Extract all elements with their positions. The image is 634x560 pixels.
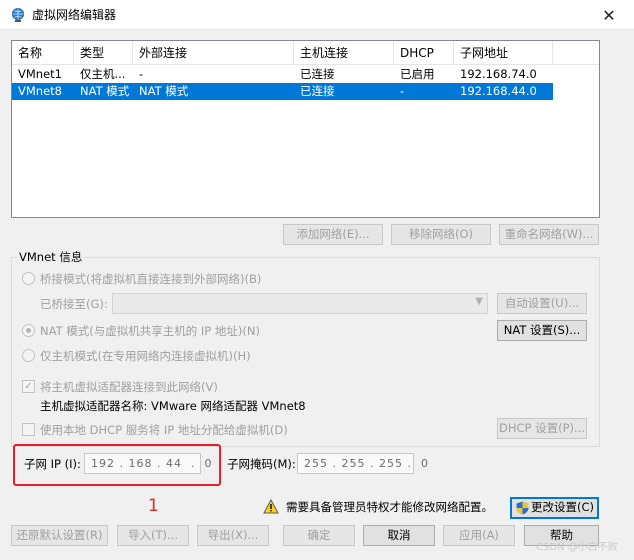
dhcp-label: 使用本地 DHCP 服务将 IP 地址分配给虚拟机(D) — [40, 423, 288, 437]
table-row-selected[interactable]: VMnet8 NAT 模式 NAT 模式 已连接 - 192.168.44.0 — [12, 83, 553, 100]
subnet-mask-field[interactable]: 255 . 255 . 255 . 0 — [297, 453, 428, 474]
column-header-subnet[interactable]: 子网地址 — [454, 41, 553, 65]
cell-name: VMnet8 — [18, 84, 62, 98]
subnet-mask-label: 子网掩码(M): — [227, 457, 296, 471]
rename-network-button[interactable]: 重命名网络(W)... — [499, 224, 599, 245]
cell-dhcp: - — [400, 84, 405, 98]
nat-settings-button[interactable]: NAT 设置(S)... — [497, 320, 587, 341]
dhcp-checkbox[interactable] — [22, 423, 35, 436]
connect-adapter-label: 将主机虚拟适配器连接到此网络(V) — [40, 380, 218, 394]
cell-dhcp: 已启用 — [400, 67, 435, 81]
shield-icon — [516, 501, 529, 515]
warning-icon — [263, 499, 279, 514]
watermark: CSDN @小白不败 — [536, 542, 618, 553]
highlight-box — [13, 444, 221, 486]
host-only-radio[interactable] — [22, 349, 35, 362]
restore-defaults-button[interactable]: 还原默认设置(R) — [11, 525, 108, 546]
column-header-name[interactable]: 名称 — [12, 41, 74, 65]
bridged-to-label: 已桥接至(G): — [40, 297, 108, 311]
cell-subnet: 192.168.44.0 — [460, 84, 537, 98]
host-only-label: 仅主机模式(在专用网络内连接虚拟机)(H) — [40, 349, 251, 363]
cell-type: 仅主机... — [80, 67, 126, 81]
connect-adapter-checkbox[interactable]: ✓ — [22, 380, 35, 393]
title-bar: 虚拟网络编辑器 ✕ — [0, 0, 634, 30]
ok-button[interactable]: 确定 — [283, 525, 355, 546]
cell-host: 已连接 — [300, 84, 335, 98]
cell-name: VMnet1 — [18, 67, 62, 81]
import-button[interactable]: 导入(T)... — [117, 525, 189, 546]
cancel-button[interactable]: 取消 — [363, 525, 435, 546]
table-row[interactable]: VMnet1 仅主机... - 已连接 已启用 192.168.74.0 — [12, 66, 553, 83]
cell-subnet: 192.168.74.0 — [460, 67, 537, 81]
cell-external: - — [139, 67, 144, 81]
nat-mode-radio[interactable] — [22, 324, 35, 337]
add-network-button[interactable]: 添加网络(E)... — [283, 224, 383, 245]
network-table[interactable]: 名称 类型 外部连接 主机连接 DHCP 子网地址 VMnet1 仅主机... … — [11, 40, 600, 218]
apply-button[interactable]: 应用(A) — [443, 525, 515, 546]
column-header-dhcp[interactable]: DHCP — [394, 41, 454, 65]
adapter-name-label: 主机虚拟适配器名称: VMware 网络适配器 VMnet8 — [40, 399, 306, 413]
column-header-external[interactable]: 外部连接 — [133, 41, 294, 65]
cell-type: NAT 模式 — [80, 84, 130, 98]
nat-mode-label: NAT 模式(与虚拟机共享主机的 IP 地址)(N) — [40, 324, 260, 338]
table-header: 名称 类型 外部连接 主机连接 DHCP 子网地址 — [12, 41, 599, 65]
vmnet-info-title: VMnet 信息 — [17, 250, 85, 264]
cell-external: NAT 模式 — [139, 84, 189, 98]
dhcp-settings-button[interactable]: DHCP 设置(P)... — [497, 418, 587, 439]
column-header-type[interactable]: 类型 — [74, 41, 133, 65]
bridge-mode-radio[interactable] — [22, 272, 35, 285]
bridge-mode-label: 桥接模式(将虚拟机直接连接到外部网络)(B) — [40, 272, 262, 286]
change-settings-button[interactable]: 更改设置(C) — [510, 497, 599, 519]
annotation-number: 1 — [148, 496, 159, 516]
auto-settings-button[interactable]: 自动设置(U)... — [497, 293, 587, 314]
export-button[interactable]: 导出(X)... — [197, 525, 269, 546]
change-settings-label: 更改设置(C) — [530, 500, 594, 514]
bridged-to-dropdown[interactable]: ▼ — [112, 293, 488, 314]
close-button[interactable]: ✕ — [586, 0, 632, 30]
window-title: 虚拟网络编辑器 — [32, 8, 117, 22]
cell-host: 已连接 — [300, 67, 335, 81]
admin-notice-text: 需要具备管理员特权才能修改网络配置。 — [286, 500, 493, 514]
column-header-host[interactable]: 主机连接 — [294, 41, 394, 65]
chevron-down-icon: ▼ — [475, 296, 483, 307]
network-globe-icon — [12, 8, 24, 22]
remove-network-button[interactable]: 移除网络(O) — [391, 224, 491, 245]
